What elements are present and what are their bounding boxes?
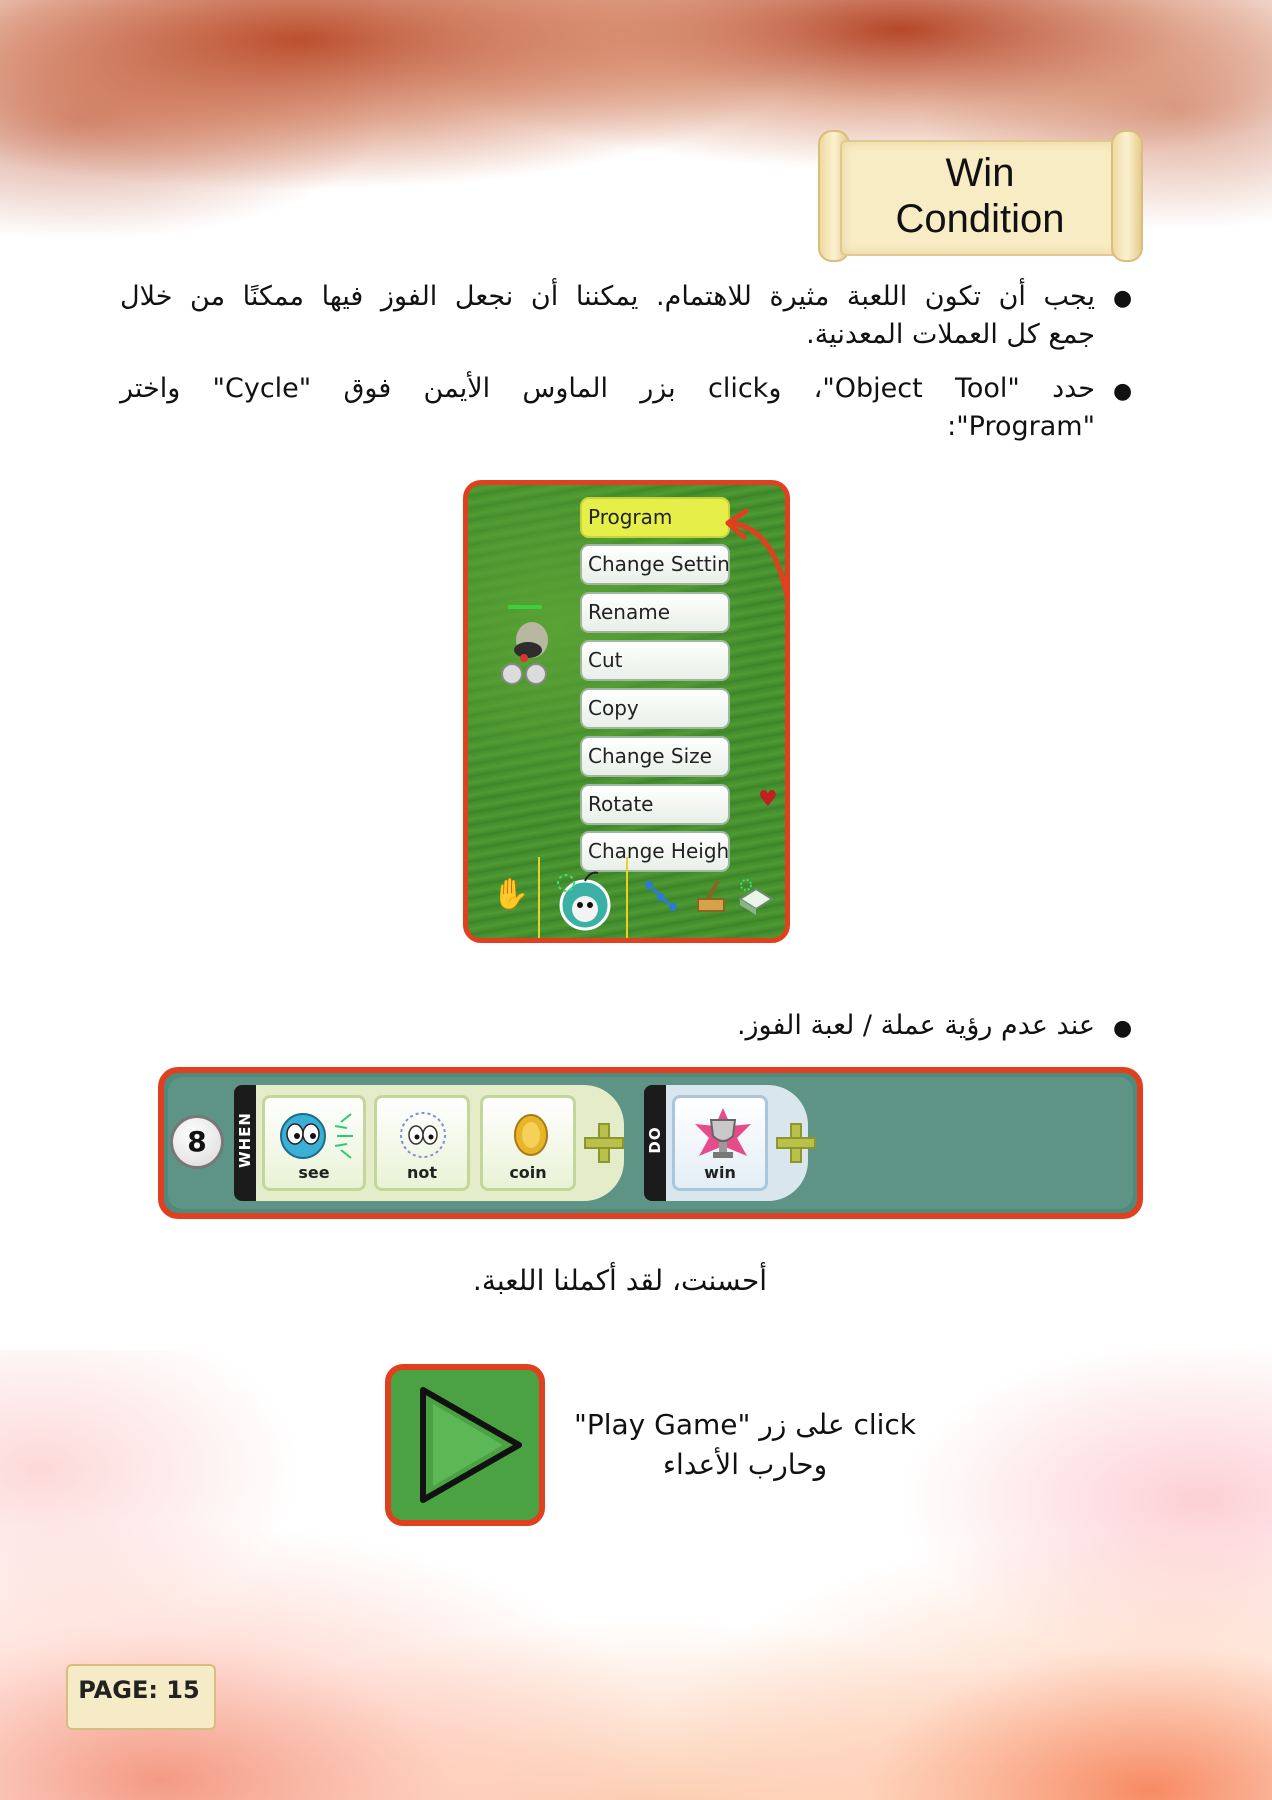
tile-see[interactable]: see <box>262 1095 366 1191</box>
play-game-button[interactable] <box>385 1364 545 1526</box>
menu-item-change-size[interactable]: Change Size <box>580 736 730 777</box>
bullet-1-text: يجب أن تكون اللعبة مثيرة للاهتمام. يمكنن… <box>120 278 1095 354</box>
bullet-1-line1: يجب أن تكون اللعبة مثيرة للاهتمام. يمكنن… <box>120 281 1095 312</box>
bullet-2-line1: حدد "Object Tool"، وclick بزر الماوس الأ… <box>120 373 1096 404</box>
page-title-line1: Win <box>945 151 1015 195</box>
play-triangle-icon <box>420 1387 522 1503</box>
terrain-brush-icon[interactable] <box>690 877 730 917</box>
menu-item-cut[interactable]: Cut <box>580 640 730 681</box>
do-panel: DO win <box>644 1085 816 1201</box>
tile-win-label: win <box>704 1163 736 1182</box>
tile-win[interactable]: win <box>672 1095 768 1191</box>
title-scroll: Win Condition <box>818 130 1143 262</box>
trophy-icon <box>695 1108 751 1158</box>
bullet-3-text: عند عدم رؤية عملة / لعبة الفوز. <box>736 1010 1095 1041</box>
see-eyes-icon <box>280 1113 353 1159</box>
heart-icon: ♥ <box>758 787 778 812</box>
annotation-arrow-icon <box>725 508 785 600</box>
tile-coin[interactable]: coin <box>480 1095 576 1191</box>
do-label: DO <box>644 1085 666 1201</box>
menu-item-copy[interactable]: Copy <box>580 688 730 729</box>
page-title-line2: Condition <box>895 197 1065 241</box>
when-panel: WHEN see not coin <box>234 1085 624 1201</box>
menu-item-rotate[interactable]: Rotate <box>580 784 730 825</box>
object-tool-icon[interactable] <box>554 865 616 935</box>
add-condition-plus-icon[interactable] <box>584 1123 624 1163</box>
page-number: PAGE: 15 <box>78 1676 200 1704</box>
tile-not-label: not <box>406 1163 438 1182</box>
hand-tool-icon[interactable]: ✋ <box>492 877 529 912</box>
page-number-badge: PAGE: 15 <box>58 1658 223 1734</box>
context-menu-screenshot: Program Change Settings Rename Cut Copy … <box>463 480 790 943</box>
bullet-dot: ● <box>1113 286 1133 311</box>
play-instruction-line1: click على زر "Play Game" <box>573 1408 917 1441</box>
ground-tool-icon[interactable] <box>736 877 776 917</box>
bullet-dot: ● <box>1113 379 1133 404</box>
program-rule-row: 8 WHEN see not coin DO win <box>158 1067 1143 1219</box>
coin-icon <box>514 1114 548 1156</box>
page-title: Win Condition <box>840 150 1120 242</box>
bullet-1-line2: جمع كل العملات المعدنية. <box>806 319 1095 350</box>
completion-message: أحسنت، لقد أكملنا اللعبة. <box>472 1264 768 1297</box>
bullet-2-text: حدد "Object Tool"، وclick بزر الماوس الأ… <box>120 370 1095 446</box>
play-instruction-line2: وحارب الأعداء <box>662 1448 828 1481</box>
when-label: WHEN <box>234 1085 256 1201</box>
path-tool-icon[interactable] <box>643 877 679 917</box>
tile-coin-label: coin <box>509 1163 547 1182</box>
not-eyes-icon <box>400 1112 446 1158</box>
rule-number-badge: 8 <box>170 1115 224 1169</box>
play-instruction: click على زر "Play Game" وحارب الأعداء <box>560 1405 930 1485</box>
bullet-dot: ● <box>1113 1016 1133 1041</box>
add-action-plus-icon[interactable] <box>776 1123 816 1163</box>
tile-see-label: see <box>298 1163 330 1182</box>
tile-not[interactable]: not <box>374 1095 470 1191</box>
bullet-2-line2: "Program": <box>947 411 1095 442</box>
cycle-character-icon <box>501 605 548 685</box>
